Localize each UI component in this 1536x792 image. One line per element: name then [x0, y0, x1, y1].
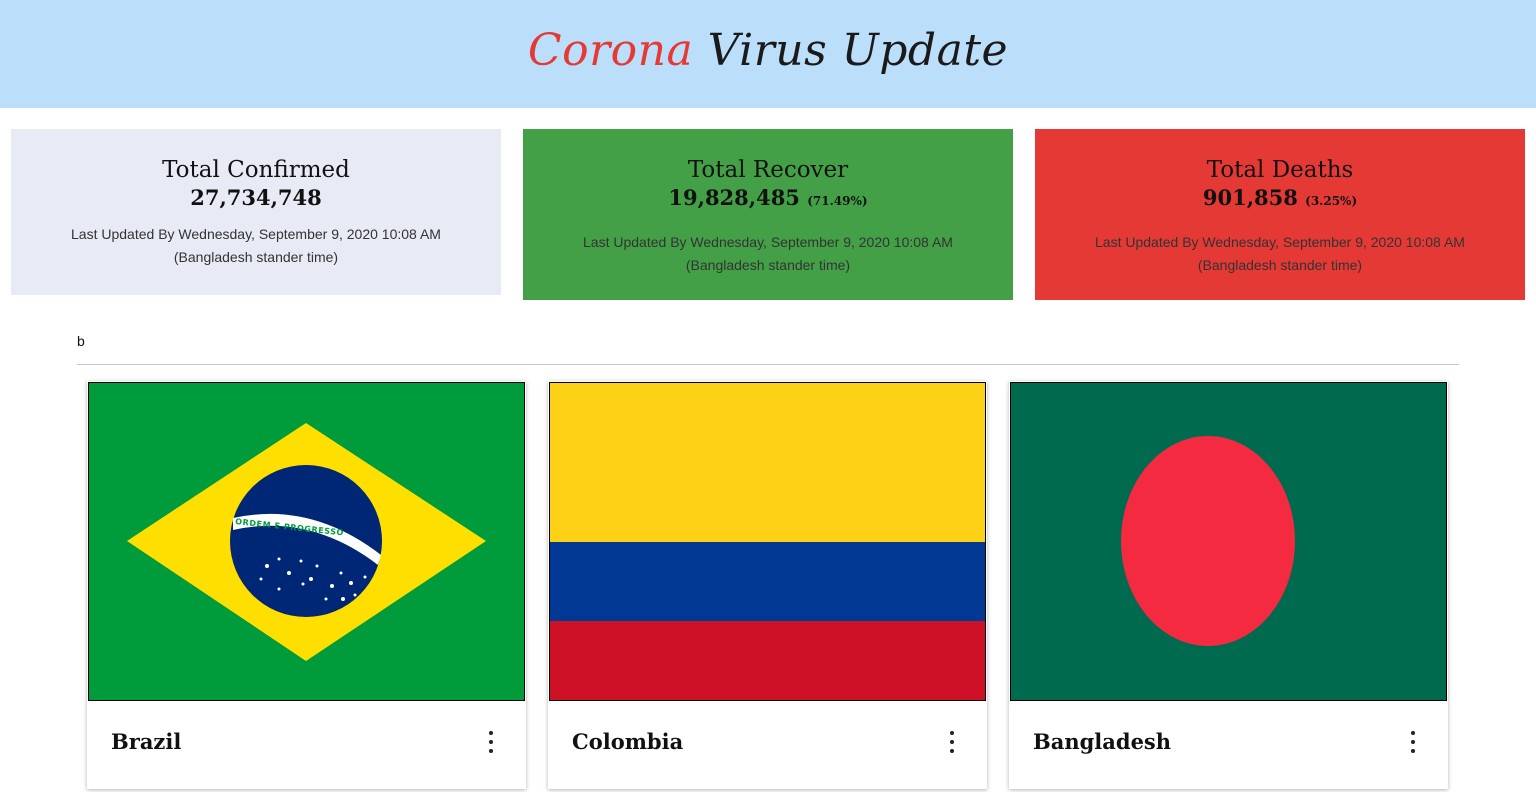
country-card-brazil[interactable]: ORDEM E PROGRESSO Brazil: [87, 381, 526, 789]
total-deaths-value: 901,858: [1202, 185, 1298, 210]
total-recover-updated: Last Updated By Wednesday, September 9, …: [523, 231, 1013, 277]
bangladesh-flag-graphic: [1011, 383, 1446, 700]
total-recover-card: Total Recover 19,828,485 (71.49%) Last U…: [523, 129, 1013, 300]
more-vert-icon[interactable]: [945, 731, 959, 753]
total-confirmed-value: 27,734,748: [190, 185, 322, 210]
country-card-bangladesh[interactable]: Bangladesh: [1009, 381, 1448, 789]
country-name-bangladesh: Bangladesh: [1033, 729, 1172, 754]
updated-line-2: (Bangladesh stander time): [173, 249, 339, 265]
updated-line-2: (Bangladesh stander time): [1197, 257, 1363, 273]
updated-line-1: Last Updated By Wednesday, September 9, …: [1095, 234, 1465, 250]
total-recover-percent: (71.49%): [807, 194, 868, 208]
total-deaths-updated: Last Updated By Wednesday, September 9, …: [1035, 231, 1525, 277]
colombia-flag-graphic: [550, 383, 985, 700]
more-vert-icon[interactable]: [484, 731, 498, 753]
brazil-flag-graphic: ORDEM E PROGRESSO: [89, 383, 524, 700]
section-divider: [77, 364, 1459, 365]
country-name-brazil: Brazil: [111, 729, 182, 754]
page-header: Corona Virus Update: [0, 0, 1536, 108]
total-deaths-card: Total Deaths 901,858 (3.25%) Last Update…: [1035, 129, 1525, 300]
brazil-flag: ORDEM E PROGRESSO: [88, 382, 525, 701]
section-label: b: [77, 333, 85, 349]
total-confirmed-card: Total Confirmed 27,734,748 Last Updated …: [11, 129, 501, 295]
site-title: Corona Virus Update: [528, 25, 1008, 76]
site-title-corona: Corona: [527, 24, 694, 76]
country-name-colombia: Colombia: [572, 729, 684, 754]
updated-line-1: Last Updated By Wednesday, September 9, …: [71, 226, 441, 242]
site-title-virus-update: Virus Update: [707, 24, 1009, 76]
total-confirmed-title: Total Confirmed: [162, 157, 350, 183]
colombia-flag: [549, 382, 986, 701]
bangladesh-flag: [1010, 382, 1447, 701]
total-deaths-percent: (3.25%): [1305, 194, 1358, 208]
total-recover-value: 19,828,485: [668, 185, 800, 210]
total-confirmed-updated: Last Updated By Wednesday, September 9, …: [11, 223, 501, 269]
updated-line-1: Last Updated By Wednesday, September 9, …: [583, 234, 953, 250]
total-recover-title: Total Recover: [687, 157, 849, 183]
more-vert-icon[interactable]: [1406, 731, 1420, 753]
total-recover-line: 19,828,485 (71.49%): [523, 184, 1013, 215]
country-card-colombia[interactable]: Colombia: [548, 381, 987, 789]
updated-line-2: (Bangladesh stander time): [685, 257, 851, 273]
total-deaths-title: Total Deaths: [1206, 157, 1354, 183]
total-deaths-line: 901,858 (3.25%): [1035, 184, 1525, 215]
